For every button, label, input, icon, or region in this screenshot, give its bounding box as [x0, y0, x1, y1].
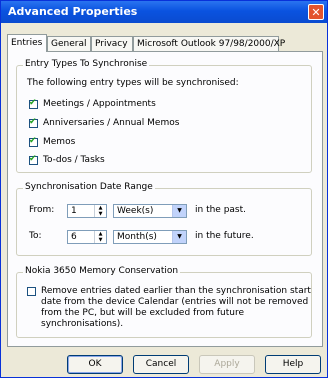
ok-button[interactable]: OK	[67, 355, 123, 374]
memory-text-4: synchronisations).	[41, 319, 124, 329]
remove-entries-checkbox[interactable]	[27, 287, 36, 296]
from-unit-select[interactable]: Week(s) ▼	[113, 204, 187, 218]
tab-general[interactable]: General	[47, 36, 91, 51]
todos-label: To-dos / Tasks	[43, 155, 105, 165]
memory-text-3: from the PC, but will be excluded from f…	[41, 308, 244, 318]
memory-text-2: date from the device Calendar (entries w…	[41, 297, 309, 307]
apply-button[interactable]: Apply	[199, 355, 255, 374]
from-suffix: in the past.	[195, 205, 247, 215]
tab-privacy[interactable]: Privacy	[91, 36, 133, 51]
chevron-down-icon[interactable]: ▼	[172, 205, 186, 217]
memos-checkbox[interactable]: ✔	[29, 136, 38, 147]
meetings-label: Meetings / Appointments	[43, 99, 156, 109]
from-value: 1	[71, 206, 77, 216]
to-spinner-arrows[interactable]: ▲ ▼	[94, 231, 106, 243]
memory-title: Nokia 3650 Memory Conservation	[23, 266, 181, 276]
entries-panel: Entry Types To Synchronise The following…	[7, 51, 323, 347]
date-range-group: Synchronisation Date Range From: 1 ▲ ▼ W…	[16, 182, 312, 256]
anniversaries-label: Anniversaries / Annual Memos	[43, 118, 180, 128]
date-range-title: Synchronisation Date Range	[23, 182, 155, 192]
todos-checkbox[interactable]: ✔	[29, 154, 38, 165]
memory-text-1: Remove entries dated earlier than the sy…	[41, 286, 311, 296]
from-spinner-arrows[interactable]: ▲ ▼	[94, 205, 106, 217]
from-label: From:	[29, 205, 55, 215]
window-title: Advanced Properties	[8, 5, 138, 18]
to-suffix: in the future.	[195, 231, 254, 241]
meetings-checkbox[interactable]: ✔	[29, 98, 38, 109]
entry-types-intro: The following entry types will be synchr…	[27, 78, 239, 88]
to-spinner[interactable]: 6 ▲ ▼	[67, 230, 107, 244]
from-unit-value: Week(s)	[117, 206, 154, 216]
help-button[interactable]: Help	[265, 355, 321, 374]
to-value: 6	[71, 232, 77, 242]
spin-down-icon[interactable]: ▼	[95, 237, 106, 243]
anniversaries-checkbox[interactable]: ✔	[29, 117, 38, 128]
close-icon[interactable]: ✕	[308, 4, 324, 20]
advanced-properties-dialog: Advanced Properties ✕ Entries General Pr…	[0, 0, 328, 378]
tab-entries[interactable]: Entries	[7, 34, 47, 52]
entry-types-title: Entry Types To Synchronise	[23, 59, 150, 69]
entry-types-group: Entry Types To Synchronise The following…	[16, 59, 312, 173]
from-spinner[interactable]: 1 ▲ ▼	[67, 204, 107, 218]
to-unit-select[interactable]: Month(s) ▼	[113, 230, 187, 244]
cancel-button[interactable]: Cancel	[133, 355, 189, 374]
memos-label: Memos	[43, 137, 76, 147]
spin-down-icon[interactable]: ▼	[95, 211, 106, 217]
memory-conservation-group: Nokia 3650 Memory Conservation Remove en…	[16, 266, 312, 338]
title-bar[interactable]: Advanced Properties ✕	[1, 1, 327, 23]
chevron-down-icon[interactable]: ▼	[172, 231, 186, 243]
to-unit-value: Month(s)	[117, 232, 157, 242]
to-label: To:	[29, 231, 42, 241]
tab-microsoft-outlook[interactable]: Microsoft Outlook 97/98/2000/XP	[133, 36, 285, 51]
